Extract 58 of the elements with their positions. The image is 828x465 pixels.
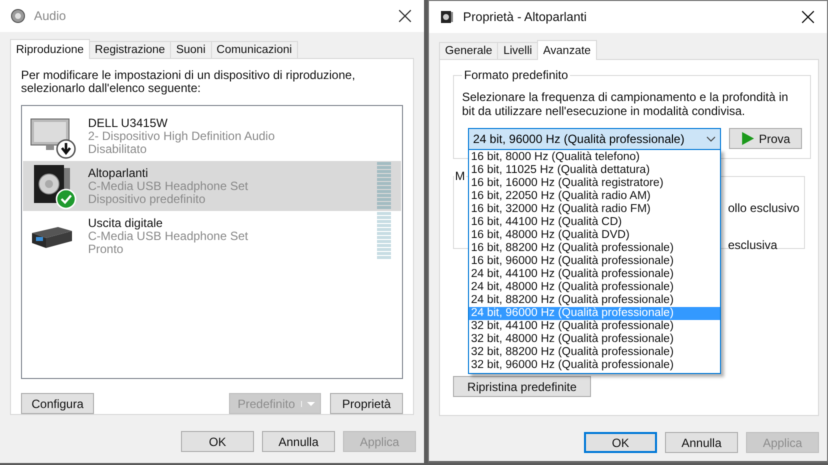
tab[interactable]: Registrazione: [88, 41, 172, 58]
dropdown-option[interactable]: 24 bit, 48000 Hz (Qualità professionale): [469, 281, 720, 294]
dropdown-option[interactable]: 16 bit, 44100 Hz (Qualità CD): [469, 216, 720, 229]
play-icon[interactable]: [740, 132, 754, 145]
dropdown-option[interactable]: 16 bit, 96000 Hz (Qualità professionale): [469, 255, 720, 268]
window-title: Proprietà - Altoparlanti: [463, 10, 588, 24]
device-name: DELL U3415W: [88, 116, 169, 130]
dropdown-option[interactable]: 16 bit, 8000 Hz (Qualità telefono): [469, 151, 720, 164]
close-icon[interactable]: [801, 10, 815, 24]
chevron-down-icon[interactable]: [706, 136, 716, 142]
device-status: Pronto: [88, 242, 124, 256]
dropdown-option[interactable]: 32 bit, 48000 Hz (Qualità professionale): [469, 333, 720, 346]
group-title: Formato predefinito: [463, 68, 570, 82]
group-title: M: [454, 169, 466, 183]
device-item[interactable]: Altoparlanti C-Media USB Headphone Set Dispositivo predefinito: [23, 161, 401, 211]
device-item[interactable]: Uscita digitale C-Media USB Headphone Set Pronto: [23, 211, 401, 261]
device-driver: C-Media USB Headphone Set: [88, 230, 250, 242]
dialog-button[interactable]: Annulla: [262, 431, 335, 452]
dropdown-option[interactable]: 16 bit, 22050 Hz (Qualità radio AM): [469, 190, 720, 203]
dropdown-option[interactable]: 32 bit, 88200 Hz (Qualità professionale): [469, 346, 720, 359]
dropdown-option[interactable]: 24 bit, 88200 Hz (Qualità professionale): [469, 294, 720, 307]
device-driver: C-Media USB Headphone Set: [88, 180, 250, 192]
dialog-button[interactable]: Proprietà: [330, 393, 403, 414]
dropdown-option[interactable]: 32 bit, 96000 Hz (Qualità professionale): [469, 359, 720, 372]
format-description: Selezionare la frequenza di campionamento e la profondità in bit da utilizzare nell'esecuzione in modalità condivisa.: [462, 90, 790, 118]
dropdown-option[interactable]: 16 bit, 11025 Hz (Qualità dettatura): [469, 164, 720, 177]
device-status: Dispositivo predefinito: [88, 192, 206, 206]
device-driver: 2- Dispositivo High Definition Audio: [88, 130, 276, 142]
dropdown-option[interactable]: 16 bit, 32000 Hz (Qualità radio FM): [469, 203, 720, 216]
dropdown-option[interactable]: 32 bit, 44100 Hz (Qualità professionale): [469, 320, 720, 333]
format-dropdown[interactable]: 24 bit, 96000 Hz (Qualità professionale): [468, 128, 721, 150]
dropdown-option[interactable]: 16 bit, 16000 Hz (Qualità registratore): [469, 177, 720, 190]
speaker-icon: [10, 8, 26, 24]
dropdown-option[interactable]: 16 bit, 48000 Hz (Qualità DVD): [469, 229, 720, 242]
instructions-text: Per modificare le impostazioni di un dispositivo di riproduzione, selezionarlo dall'elenco seguente:: [21, 69, 356, 95]
tab[interactable]: Riproduzione: [10, 39, 90, 59]
tab[interactable]: Avanzate: [537, 40, 597, 60]
dropdown-option[interactable]: 16 bit, 88200 Hz (Qualità professionale): [469, 242, 720, 255]
speaker-icon: [439, 9, 455, 25]
option-text: esclusiva: [728, 238, 778, 252]
option-text: ollo esclusivo: [728, 201, 800, 215]
test-button[interactable]: Prova: [729, 128, 802, 149]
receiver-icon: [32, 227, 72, 248]
close-icon[interactable]: [398, 9, 412, 23]
tab[interactable]: Generale: [439, 42, 498, 59]
dialog-button[interactable]: Configura: [21, 393, 94, 414]
dialog-button[interactable]: Annulla: [665, 432, 738, 453]
device-status: Disabilitato: [88, 142, 147, 156]
device-name: Uscita digitale: [88, 216, 164, 230]
dropdown-option[interactable]: 24 bit, 44100 Hz (Qualità professionale): [469, 268, 720, 281]
tab[interactable]: Comunicazioni: [210, 41, 298, 58]
device-name: Altoparlanti: [88, 166, 150, 180]
dialog-button[interactable]: OK: [181, 431, 254, 452]
restore-defaults-button[interactable]: Ripristina predefinite: [453, 376, 591, 397]
monitor-icon: [30, 118, 70, 150]
window-title: Audio: [34, 9, 67, 23]
speaker-icon: [34, 165, 70, 203]
dialog-button[interactable]: OK: [584, 432, 657, 453]
